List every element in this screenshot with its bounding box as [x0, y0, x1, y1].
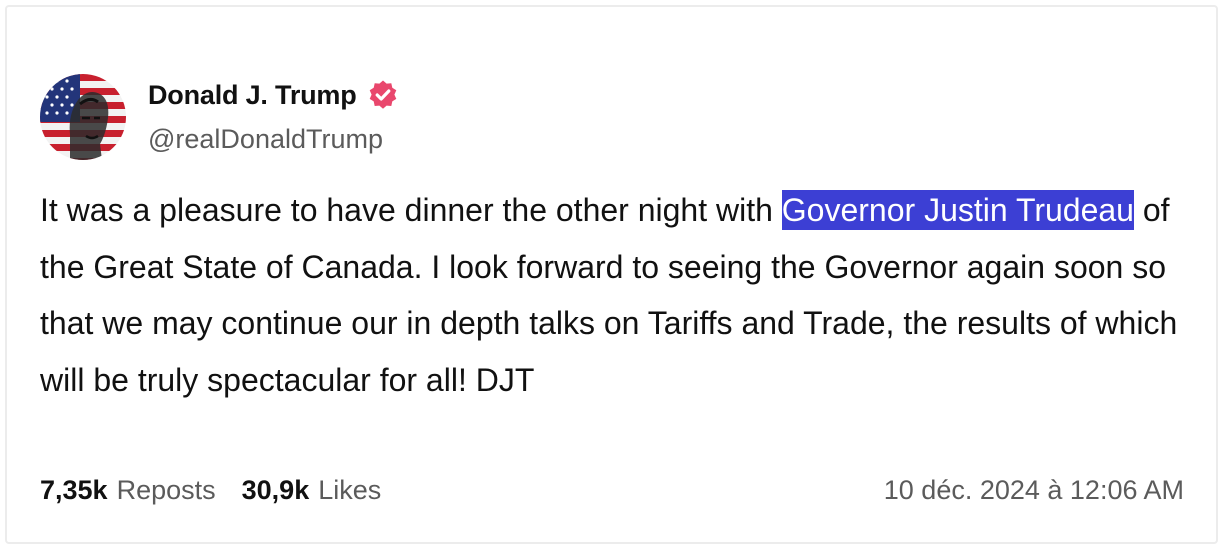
author-avatar[interactable] [40, 74, 126, 160]
post-timestamp[interactable]: 10 déc. 2024 à 12:06 AM [884, 475, 1184, 506]
author-name-row: Donald J. Trump [148, 79, 399, 111]
post-text: It was a pleasure to have dinner the oth… [40, 182, 1190, 408]
likes-label: Likes [318, 475, 382, 505]
author-display-name[interactable]: Donald J. Trump [148, 80, 357, 111]
flag-portrait-icon [40, 74, 126, 160]
mention-highlight[interactable]: Governor Justin Trudeau [781, 190, 1134, 230]
likes-count: 30,9k [241, 475, 310, 505]
reposts-count: 7,35k [40, 475, 108, 505]
likes-stat[interactable]: 30,9k Likes [242, 475, 382, 506]
post-stats: 7,35k Reposts 30,9k Likes [40, 475, 407, 506]
reposts-stat[interactable]: 7,35k Reposts [40, 475, 216, 506]
post-card: Donald J. Trump @realDonaldTrump It was … [5, 5, 1218, 544]
reposts-label: Reposts [116, 475, 216, 505]
verified-badge-icon [367, 79, 399, 111]
author-handle[interactable]: @realDonaldTrump [148, 124, 383, 155]
post-text-before: It was a pleasure to have dinner the oth… [40, 192, 782, 228]
